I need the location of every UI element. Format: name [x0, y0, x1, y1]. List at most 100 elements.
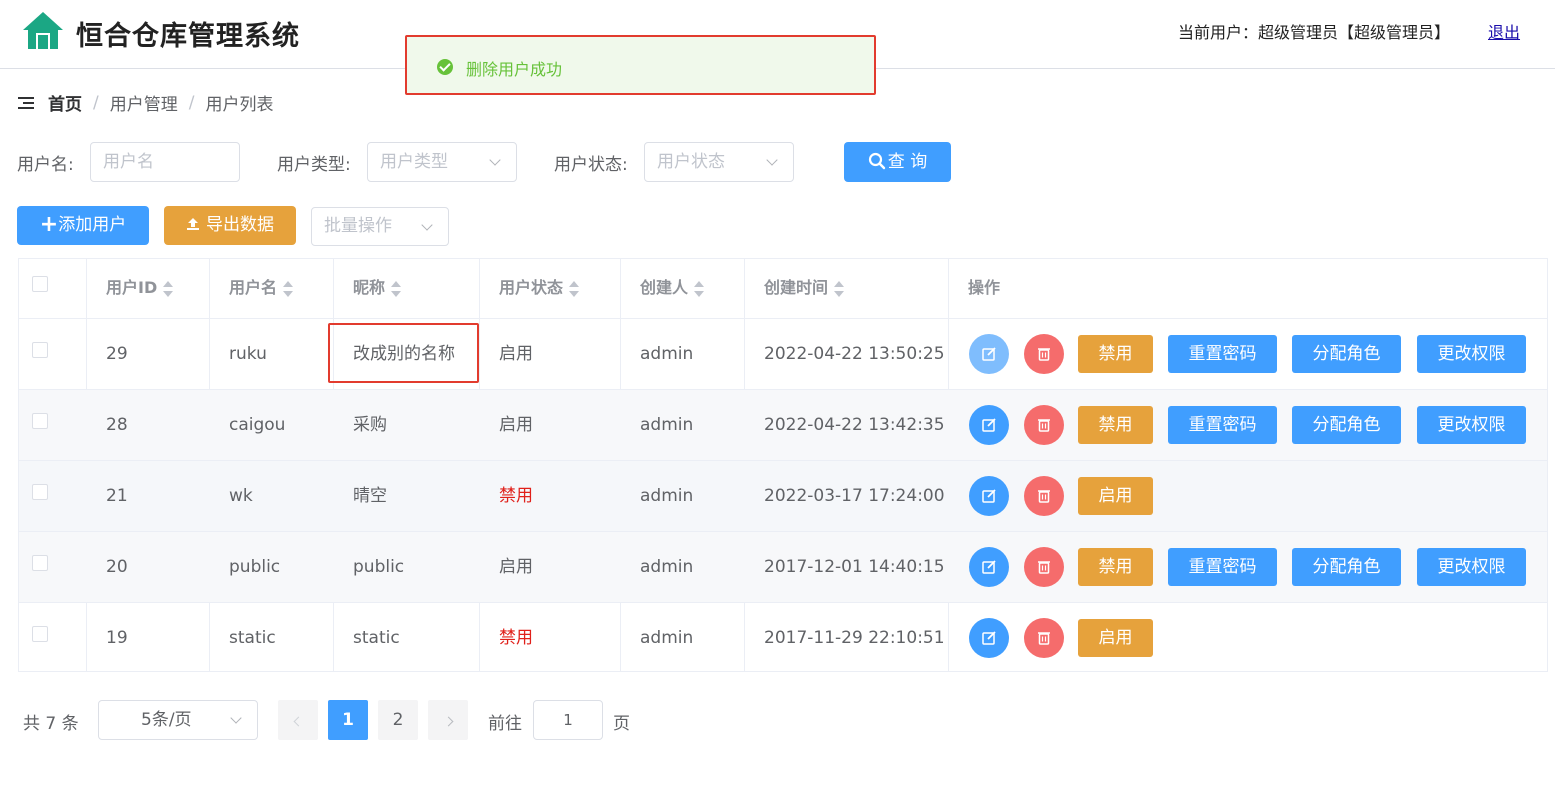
change-permission-button[interactable]: 更改权限: [1417, 406, 1526, 444]
column-header-label: 用户名: [229, 278, 278, 297]
sort-caret-icon[interactable]: [283, 280, 294, 297]
cell-username: public: [229, 557, 281, 577]
column-header-nickname[interactable]: 昵称: [333, 259, 402, 319]
sort-caret-icon[interactable]: [694, 280, 705, 297]
trash-icon: [1038, 490, 1050, 503]
batch-operation-select[interactable]: 批量操作: [311, 207, 449, 246]
edit-icon: [982, 347, 996, 361]
toggle-status-button[interactable]: 启用: [1078, 619, 1153, 657]
delete-button[interactable]: [1024, 334, 1064, 374]
current-user-info: 当前用户：超级管理员【超级管理员】: [1178, 23, 1451, 42]
batch-operation-placeholder: 批量操作: [324, 216, 392, 236]
toggle-status-button[interactable]: 禁用: [1078, 335, 1153, 373]
edit-button[interactable]: [969, 618, 1009, 658]
column-header-created-time[interactable]: 创建时间: [744, 259, 845, 319]
sort-caret-icon[interactable]: [391, 280, 402, 297]
cell-status: 启用: [499, 557, 533, 577]
delete-button[interactable]: [1024, 476, 1064, 516]
breadcrumb-home[interactable]: 首页: [48, 90, 82, 115]
trash-icon: [1038, 419, 1050, 432]
prev-page-button[interactable]: [278, 700, 318, 740]
edit-button[interactable]: [969, 405, 1009, 445]
sort-caret-icon[interactable]: [163, 280, 174, 297]
cell-creator: admin: [640, 486, 694, 506]
chevron-left-icon: [293, 716, 303, 727]
row-checkbox[interactable]: [32, 626, 48, 642]
change-permission-button[interactable]: 更改权限: [1417, 335, 1526, 373]
cell-created-time: 2022-04-22 13:42:35: [764, 415, 945, 435]
cell-user-id: 19: [106, 628, 128, 648]
trash-icon: [1038, 561, 1050, 574]
check-circle-icon: [437, 59, 453, 75]
user-status-select[interactable]: 用户状态: [644, 142, 794, 182]
query-button[interactable]: 查 询: [844, 142, 951, 182]
cell-status: 禁用: [499, 486, 533, 506]
chevron-right-icon: [443, 716, 453, 727]
goto-page-input[interactable]: 1: [533, 700, 603, 740]
sort-caret-icon[interactable]: [569, 280, 580, 297]
pagination-total: 共 7 条: [23, 714, 79, 734]
cell-username: caigou: [229, 415, 286, 435]
query-button-label: 查 询: [887, 152, 928, 172]
row-checkbox[interactable]: [32, 555, 48, 571]
page-button-1[interactable]: 1: [328, 700, 368, 740]
toggle-status-button[interactable]: 启用: [1078, 477, 1153, 515]
user-status-label: 用户状态:: [554, 155, 628, 175]
add-user-button[interactable]: +添加用户: [17, 206, 149, 245]
breadcrumb-user-management[interactable]: 用户管理: [110, 90, 178, 115]
row-checkbox[interactable]: [32, 484, 48, 500]
column-header-username[interactable]: 用户名: [209, 259, 294, 319]
assign-role-button[interactable]: 分配角色: [1292, 335, 1401, 373]
toggle-status-button[interactable]: 禁用: [1078, 406, 1153, 444]
edit-button[interactable]: [969, 476, 1009, 516]
reset-password-button[interactable]: 重置密码: [1168, 548, 1277, 586]
assign-role-button[interactable]: 分配角色: [1292, 548, 1401, 586]
cell-nickname: 采购: [353, 415, 387, 435]
user-table: 用户ID 用户名 昵称 用户状态 创建人 创建时间 操作 29 ruku 改成别…: [18, 258, 1548, 672]
reset-password-button[interactable]: 重置密码: [1168, 406, 1277, 444]
change-permission-button[interactable]: 更改权限: [1417, 548, 1526, 586]
chevron-down-icon: [766, 154, 778, 166]
user-status-placeholder: 用户状态: [657, 152, 725, 172]
logout-link[interactable]: 退出: [1488, 19, 1520, 43]
user-type-label: 用户类型:: [277, 155, 351, 175]
menu-fold-icon[interactable]: [18, 96, 34, 109]
row-checkbox[interactable]: [32, 413, 48, 429]
row-checkbox[interactable]: [32, 342, 48, 358]
delete-button[interactable]: [1024, 405, 1064, 445]
assign-role-button[interactable]: 分配角色: [1292, 406, 1401, 444]
page-button-2[interactable]: 2: [378, 700, 418, 740]
edit-button[interactable]: [969, 334, 1009, 374]
cell-created-time: 2022-03-17 17:24:00: [764, 486, 945, 506]
highlight-box: [328, 323, 479, 383]
page-size-select[interactable]: 5条/页: [98, 700, 258, 740]
username-input[interactable]: 用户名: [90, 142, 240, 182]
user-type-select[interactable]: 用户类型: [367, 142, 517, 182]
delete-button[interactable]: [1024, 618, 1064, 658]
table-row: 28 caigou 采购 启用 admin 2022-04-22 13:42:3…: [19, 389, 1547, 460]
trash-icon: [1038, 632, 1050, 645]
edit-icon: [982, 418, 996, 432]
edit-button[interactable]: [969, 547, 1009, 587]
breadcrumb-separator: /: [188, 92, 195, 113]
app-title: 恒合仓库管理系统: [76, 21, 300, 52]
column-header-user-id[interactable]: 用户ID: [86, 259, 174, 319]
reset-password-button[interactable]: 重置密码: [1168, 335, 1277, 373]
export-data-button[interactable]: 导出数据: [164, 206, 296, 245]
toggle-status-button[interactable]: 禁用: [1078, 548, 1153, 586]
column-header-label: 用户ID: [106, 278, 158, 297]
cell-nickname: public: [353, 557, 405, 577]
delete-button[interactable]: [1024, 547, 1064, 587]
breadcrumb-separator: /: [93, 92, 99, 113]
select-all-checkbox[interactable]: [32, 276, 48, 292]
page-suffix-label: 页: [613, 714, 630, 734]
cell-status: 启用: [499, 415, 533, 435]
sort-caret-icon[interactable]: [834, 280, 845, 297]
next-page-button[interactable]: [428, 700, 468, 740]
column-header-status[interactable]: 用户状态: [479, 259, 580, 319]
export-data-label: 导出数据: [206, 215, 274, 235]
page-size-value: 5条/页: [141, 710, 192, 730]
column-header-creator[interactable]: 创建人: [620, 259, 705, 319]
edit-icon: [982, 489, 996, 503]
edit-icon: [982, 560, 996, 574]
